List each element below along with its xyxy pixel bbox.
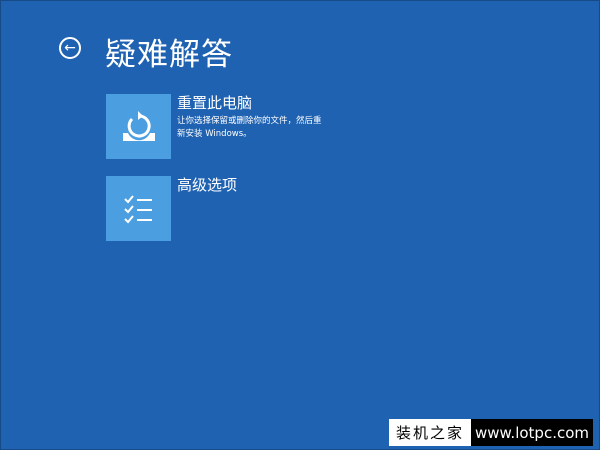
option-title: 高级选项 <box>177 176 238 194</box>
checklist-icon <box>106 176 171 241</box>
option-description: 让你选择保留或删除你的文件，然后重新安装 Windows。 <box>177 116 322 139</box>
arrow-left-icon: ← <box>64 40 76 56</box>
watermark-url: www.lotpc.com <box>471 419 593 446</box>
back-button[interactable]: ← <box>59 37 81 59</box>
option-advanced[interactable]: 高级选项 <box>106 176 237 241</box>
watermark: 装机之家 www.lotpc.com <box>389 419 593 446</box>
option-title: 重置此电脑 <box>177 94 253 112</box>
watermark-cn: 装机之家 <box>389 419 471 446</box>
option-reset-pc[interactable]: 重置此电脑 让你选择保留或删除你的文件，然后重新安装 Windows。 <box>106 94 327 159</box>
page-title: 疑难解答 <box>105 37 233 73</box>
reset-pc-icon <box>106 94 171 159</box>
